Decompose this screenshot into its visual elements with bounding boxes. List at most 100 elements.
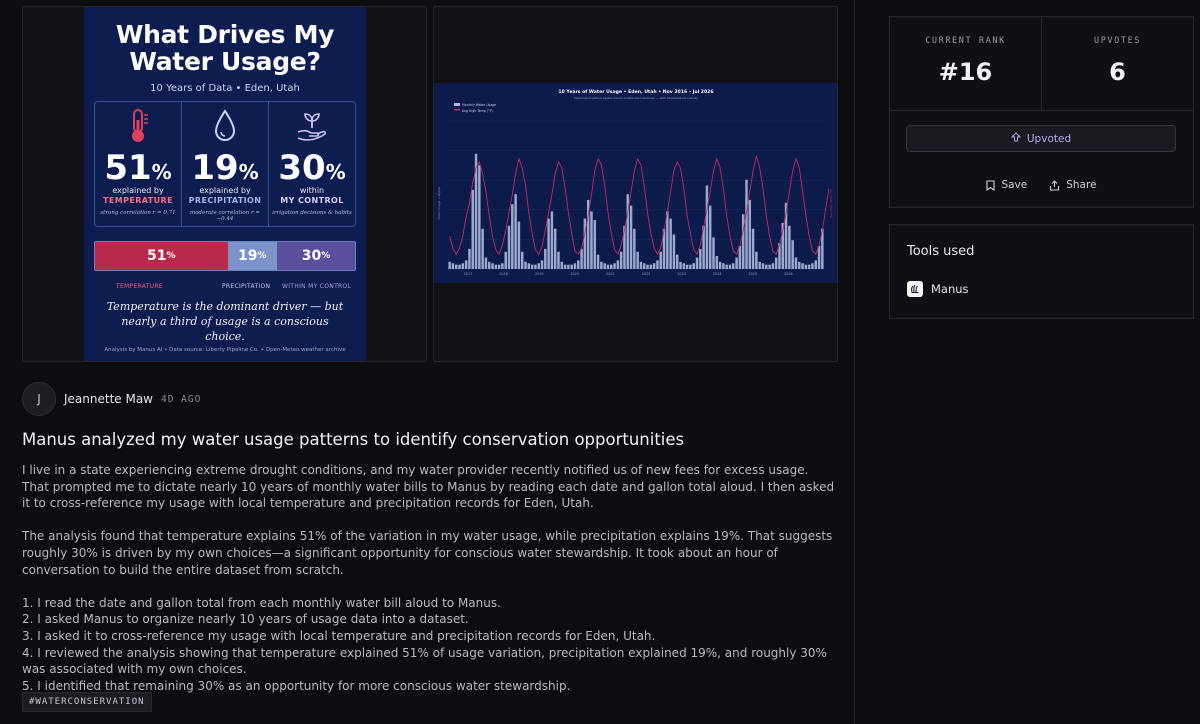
- usage-bar: [629, 205, 633, 269]
- usage-bar: [761, 263, 765, 269]
- usage-bar: [774, 257, 778, 269]
- usage-bar: [596, 254, 600, 269]
- usage-bar: [642, 263, 646, 269]
- upvotes: UPVOTES 6: [1042, 17, 1193, 110]
- usage-bar: [478, 165, 481, 269]
- x-tick-label: 2025: [748, 272, 757, 276]
- usage-bar: [530, 264, 534, 269]
- chart-subtitle: Seasonal irrigation peaks clearly visibl…: [574, 96, 698, 100]
- stat-unit: %: [325, 160, 346, 184]
- post-step: 4. I reviewed the analysis showing that …: [22, 645, 827, 677]
- share-button[interactable]: Share: [1049, 179, 1097, 191]
- usage-bar: [768, 264, 771, 269]
- tools-heading: Tools used: [907, 244, 975, 259]
- gallery-image-chart[interactable]: 10 Years of Water Usage • Eden, Utah • N…: [433, 6, 838, 362]
- usage-bar: [745, 179, 748, 269]
- upvote-arrow-icon: [1010, 132, 1022, 145]
- usage-bar: [454, 264, 458, 269]
- stat-unit: %: [238, 160, 259, 184]
- thermometer-icon: [125, 108, 151, 148]
- stat-caption: within: [299, 186, 325, 195]
- upvote-button[interactable]: Upvoted: [906, 125, 1176, 152]
- share-label-control: WITHIN MY CONTROL: [282, 283, 352, 290]
- usage-bar: [791, 240, 794, 269]
- share-segment-precipitation: 19%: [227, 242, 277, 270]
- stat-note: strong correlation r = 0.71: [100, 210, 176, 216]
- usage-bar: [675, 254, 679, 269]
- usage-bar: [471, 189, 474, 269]
- usage-bar: [672, 234, 676, 269]
- stat-caption: explained by: [199, 186, 251, 195]
- usage-bar: [484, 257, 488, 269]
- usage-chart-svg: 10 Years of Water Usage • Eden, Utah • N…: [437, 89, 833, 276]
- usage-bar: [593, 220, 597, 269]
- stat-caption: explained by: [112, 186, 164, 195]
- save-button[interactable]: Save: [986, 179, 1027, 191]
- usage-bar: [448, 261, 451, 269]
- usage-bar: [679, 261, 682, 269]
- usage-bar: [666, 211, 669, 269]
- tool-item-manus[interactable]: Manus: [907, 281, 969, 297]
- legend-swatch: [454, 109, 460, 111]
- post-title: Manus analyzed my water usage patterns t…: [22, 430, 685, 449]
- stat-label: PRECIPITATION: [188, 196, 262, 205]
- post-step: 2. I asked Manus to organize nearly 10 y…: [22, 612, 469, 627]
- usage-bar: [491, 263, 494, 269]
- hashtag-chip[interactable]: #WATERCONSERVATION: [22, 692, 152, 712]
- legend-label: Avg High Temp (°F): [462, 109, 493, 113]
- usage-bar: [798, 261, 801, 269]
- stat-unit: %: [151, 160, 172, 184]
- share-label-temperature: TEMPERATURE: [116, 283, 163, 290]
- usage-bar: [807, 264, 811, 269]
- legend-label: Monthly Water Usage: [462, 103, 496, 107]
- usage-bar: [550, 211, 554, 269]
- usage-bar: [461, 263, 465, 269]
- post-timestamp: 4D AGO: [161, 393, 202, 405]
- x-tick-label: 2022: [642, 272, 651, 276]
- usage-bar: [547, 218, 550, 269]
- usage-bar: [689, 264, 692, 269]
- post-step: 3. I asked it to cross-reference my usag…: [22, 628, 656, 643]
- usage-bar: [735, 257, 738, 269]
- usage-bar: [511, 204, 514, 269]
- usage-bar: [468, 248, 471, 269]
- usage-bar: [464, 260, 468, 269]
- segment-unit: %: [321, 251, 331, 261]
- current-rank: CURRENT RANK #16: [890, 17, 1042, 110]
- usage-bar: [544, 248, 547, 269]
- gallery-image-infographic[interactable]: What Drives My Water Usage? 10 Years of …: [22, 6, 427, 362]
- share-segment-temperature: 51%: [95, 242, 228, 270]
- usage-bar: [613, 263, 616, 269]
- usage-bar: [771, 263, 775, 269]
- usage-bar: [583, 218, 587, 269]
- x-tick-label: 2021: [606, 272, 615, 276]
- share-segment-control: 30%: [277, 242, 355, 270]
- current-rank-value: #16: [938, 58, 993, 86]
- usage-bar: [794, 257, 798, 269]
- usage-bar: [524, 261, 527, 269]
- post-paragraph: The analysis found that temperature expl…: [22, 529, 833, 577]
- image-gallery: What Drives My Water Usage? 10 Years of …: [22, 6, 838, 362]
- usage-bar: [811, 263, 814, 269]
- stat-value: 30: [278, 148, 326, 188]
- stat-precipitation: 19% explained by PRECIPITATION moderate …: [182, 102, 269, 226]
- usage-bar: [563, 264, 567, 269]
- segment-unit: %: [166, 251, 176, 261]
- current-rank-label: CURRENT RANK: [925, 36, 1006, 46]
- usage-bar: [656, 260, 659, 269]
- usage-bar: [557, 251, 560, 269]
- usage-bar: [659, 251, 662, 269]
- usage-bar: [633, 228, 636, 269]
- author-name[interactable]: Jeannette Maw: [64, 392, 153, 406]
- usage-bar: [616, 260, 620, 269]
- x-tick-label: 2026: [784, 272, 793, 276]
- usage-bar: [738, 245, 742, 269]
- post-author: J Jeannette Maw 4D AGO: [22, 382, 201, 416]
- usage-bar: [748, 199, 752, 269]
- usage-bar: [649, 264, 653, 269]
- usage-bar: [732, 263, 735, 269]
- avatar[interactable]: J: [22, 382, 56, 416]
- usage-bar: [646, 264, 649, 269]
- usage-bar: [507, 225, 511, 269]
- usage-bar: [573, 263, 577, 269]
